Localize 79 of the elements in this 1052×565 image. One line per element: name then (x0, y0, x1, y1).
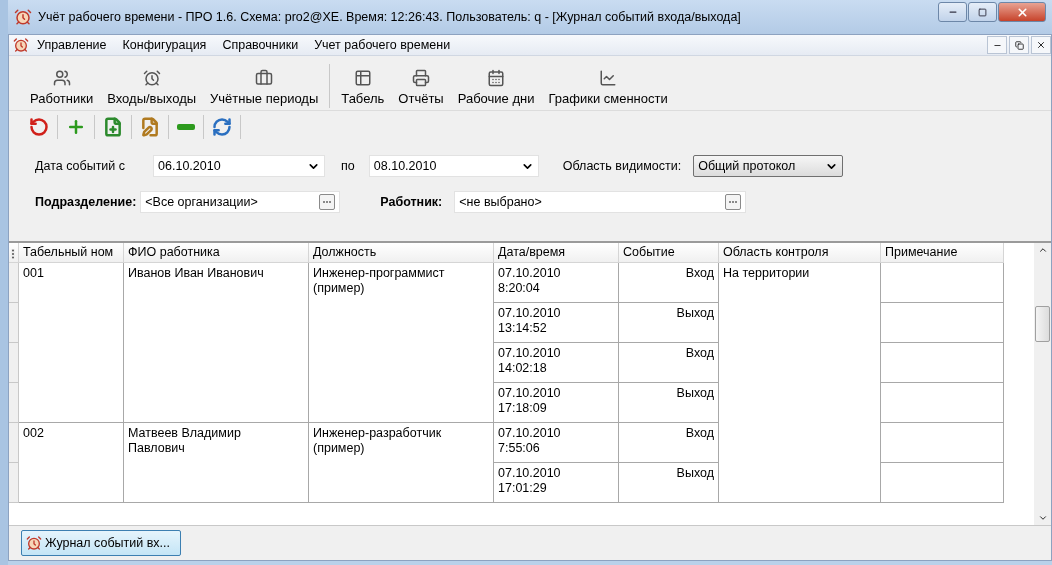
maximize-button[interactable] (968, 2, 997, 22)
toolbar-button[interactable]: Входы/выходы (100, 67, 204, 108)
table-cell: 07.10.2010 17:18:09 (494, 383, 619, 423)
browse-button[interactable] (725, 194, 742, 210)
refresh-icon (212, 117, 232, 137)
table-cell: На территории (719, 263, 881, 503)
field-label: по (341, 159, 355, 173)
table-cell: Выход (619, 383, 719, 423)
maximize-icon (978, 7, 987, 17)
ellipsis-icon (728, 200, 739, 204)
column-header[interactable]: Область контроля (719, 243, 881, 263)
table-cell: 07.10.2010 8:20:04 (494, 263, 619, 303)
table-cell: 07.10.2010 13:14:52 (494, 303, 619, 343)
restore-button[interactable] (1009, 36, 1029, 54)
alarm-clock-icon (142, 69, 161, 87)
table-cell: Выход (619, 303, 719, 343)
table-cell: Инженер-программист (пример) (309, 263, 494, 423)
restore-icon (1014, 40, 1024, 50)
column-header[interactable]: Примечание (881, 243, 1004, 263)
toolbar-button[interactable]: Учётные периоды (203, 67, 326, 108)
alarm-clock-icon (26, 535, 42, 551)
field-label: Область видимости: (562, 159, 682, 173)
table-cell: Инженер-разработчик (пример) (309, 423, 494, 503)
column-header[interactable]: Должность (309, 243, 494, 263)
table-icon (353, 69, 372, 87)
menu-item[interactable]: Учет рабочего времени (306, 38, 459, 52)
browse-button[interactable] (319, 194, 336, 210)
table-cell: Матвеев Владимир Павлович (124, 423, 309, 503)
table-cell: Выход (619, 463, 719, 503)
field-label: Подразделение: (35, 195, 137, 209)
briefcase-icon (255, 69, 274, 87)
new-document-icon (103, 117, 123, 137)
scroll-down-icon[interactable] (1037, 513, 1048, 523)
column-header[interactable]: ФИО работника (124, 243, 309, 263)
printer-icon (412, 69, 430, 87)
ellipsis-icon (322, 200, 333, 204)
employee-field[interactable]: <не выбрано> (454, 191, 747, 213)
toolbar-button[interactable]: Графики сменности (541, 67, 675, 108)
scroll-up-icon[interactable] (1037, 245, 1048, 255)
close-icon (1036, 40, 1046, 50)
table-cell: 07.10.2010 17:01:29 (494, 463, 619, 503)
column-header[interactable]: Табельный ном (19, 243, 124, 263)
scrollbar-thumb[interactable] (1035, 306, 1050, 342)
close-icon (1015, 5, 1029, 19)
column-header[interactable]: Событие (619, 243, 719, 263)
plus-icon (66, 117, 86, 137)
alarm-clock-icon (13, 37, 29, 53)
date-field[interactable]: 06.10.2010 (153, 155, 326, 177)
toolbar-button[interactable]: Отчёты (391, 67, 451, 108)
menu-item[interactable]: Управление (29, 38, 115, 52)
field-label: Дата событий с (35, 159, 126, 173)
toolbar-button[interactable]: Работники (23, 67, 101, 108)
table-cell: Иванов Иван Иванович (124, 263, 309, 423)
department-field[interactable]: <Все организации> (140, 191, 341, 213)
menu-item[interactable]: Конфигурация (114, 38, 215, 52)
column-header[interactable]: Дата/время (494, 243, 619, 263)
people-icon (52, 69, 71, 87)
table-cell: Вход (619, 263, 719, 303)
window-tab[interactable]: Журнал событий вх... (21, 530, 182, 556)
toolbar-button[interactable]: Рабочие дни (450, 67, 542, 108)
close-button[interactable] (1031, 36, 1051, 54)
grip-icon (11, 249, 15, 259)
scope-dropdown[interactable]: Общий протокол (693, 155, 844, 177)
toolbar-button[interactable]: Табель (334, 67, 392, 108)
reset-icon (29, 117, 49, 137)
date-field[interactable]: 08.10.2010 (368, 155, 539, 177)
calendar-icon (487, 69, 506, 87)
table-cell: Вход (619, 423, 719, 463)
field-label: Работник: (380, 195, 443, 209)
table-cell: Вход (619, 343, 719, 383)
alarm-clock-icon (14, 8, 32, 26)
minus-icon (177, 124, 195, 130)
table-cell: 07.10.2010 14:02:18 (494, 343, 619, 383)
line-chart-icon (599, 69, 618, 87)
table-cell: 07.10.2010 7:55:06 (494, 423, 619, 463)
minimize-button[interactable] (938, 2, 967, 22)
window-title: Учёт рабочего времени - ПРО 1.6. Схема: pro2@XE. Время: 12:26:43. Пользователь: q - [Журнал событий входа/выхода] (38, 10, 742, 24)
menu-item[interactable]: Справочники (214, 38, 307, 52)
edit-document-icon (140, 117, 160, 137)
